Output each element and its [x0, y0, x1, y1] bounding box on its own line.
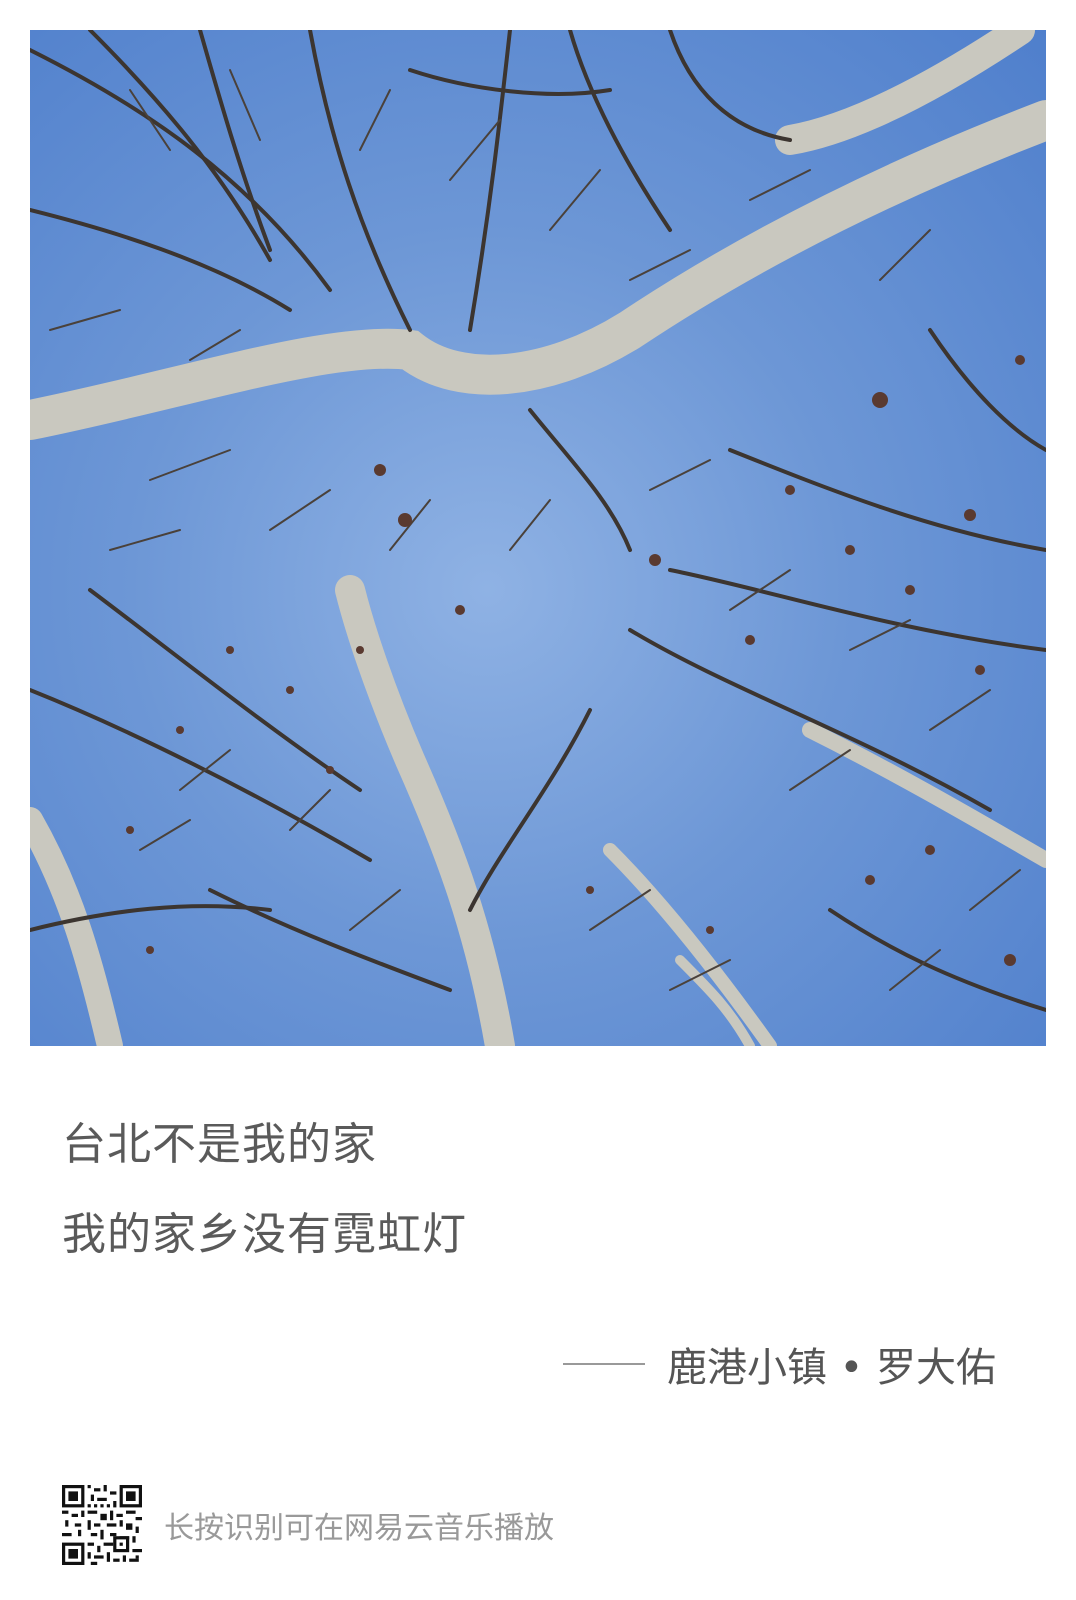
song-credit: 鹿港小镇 • 罗大佑: [562, 1335, 996, 1393]
credit-dash-divider: [562, 1363, 645, 1365]
song-credit-text: 鹿港小镇 • 罗大佑: [666, 1345, 996, 1391]
long-press-hint: 长按识别可在网易云音乐播放: [164, 1511, 554, 1546]
qr-code-icon[interactable]: [62, 1485, 142, 1565]
lyric-line-2: 我的家乡没有霓虹灯: [62, 1209, 467, 1260]
cover-image: [30, 30, 1046, 1046]
footer: 长按识别可在网易云音乐播放: [62, 1485, 554, 1565]
lyric-line-1: 台北不是我的家: [62, 1119, 377, 1170]
tree-branches-photo: [30, 30, 1046, 1046]
